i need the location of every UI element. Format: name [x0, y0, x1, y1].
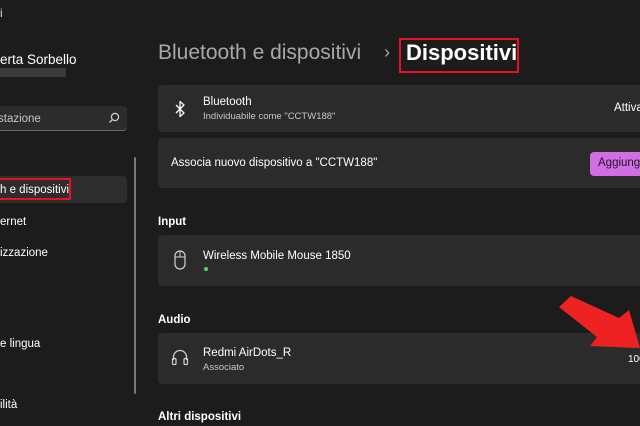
user-name: erta Sorbello: [0, 52, 77, 67]
bluetooth-toggle-label[interactable]: Attiva: [614, 102, 640, 114]
sidebar-item-accessibility[interactable]: ilità: [0, 399, 17, 411]
page-title: Dispositivi: [406, 40, 518, 65]
breadcrumb-parent[interactable]: Bluetooth e dispositivi: [158, 41, 361, 65]
sidebar-item-time-language[interactable]: e lingua: [0, 338, 40, 350]
breadcrumb-separator: ›: [384, 42, 390, 62]
sidebar-item-personalization[interactable]: izzazione: [0, 247, 48, 259]
arrow-annotation: [559, 296, 640, 348]
section-audio: Audio: [158, 314, 191, 326]
sidebar-item-network[interactable]: ernet: [0, 216, 26, 228]
window-title: i: [0, 6, 3, 20]
connected-indicator: [204, 267, 208, 271]
section-input: Input: [158, 216, 187, 228]
bluetooth-card[interactable]: Bluetooth Individuabile come "CCTW188": [158, 85, 640, 132]
headphones-icon: [171, 349, 189, 366]
airdots-status: Associato: [203, 362, 245, 373]
add-device-button-label: Aggiungi: [598, 157, 640, 169]
search-icon[interactable]: [107, 111, 121, 125]
bluetooth-title: Bluetooth: [203, 96, 252, 108]
mouse-name: Wireless Mobile Mouse 1850: [203, 250, 351, 262]
bluetooth-icon: [175, 100, 185, 118]
airdots-name: Redmi AirDots_R: [203, 347, 292, 359]
sidebar-item-label[interactable]: h e dispositivi: [0, 184, 69, 196]
sidebar-scrollbar[interactable]: [134, 157, 136, 394]
add-device-button[interactable]: Aggiungi: [590, 152, 640, 176]
search-placeholder: stazione: [0, 113, 41, 125]
user-email-blurred: [0, 68, 66, 77]
add-device-label: Associa nuovo dispositivo a "CCTW188": [171, 157, 378, 169]
add-device-card: Associa nuovo dispositivo a "CCTW188": [158, 138, 640, 188]
bluetooth-subtitle: Individuabile come "CCTW188": [203, 111, 336, 122]
search-input[interactable]: stazione: [0, 106, 127, 131]
device-card-mouse[interactable]: Wireless Mobile Mouse 1850: [158, 235, 640, 286]
mouse-icon: [174, 250, 186, 270]
section-other-devices: Altri dispositivi: [158, 411, 242, 423]
